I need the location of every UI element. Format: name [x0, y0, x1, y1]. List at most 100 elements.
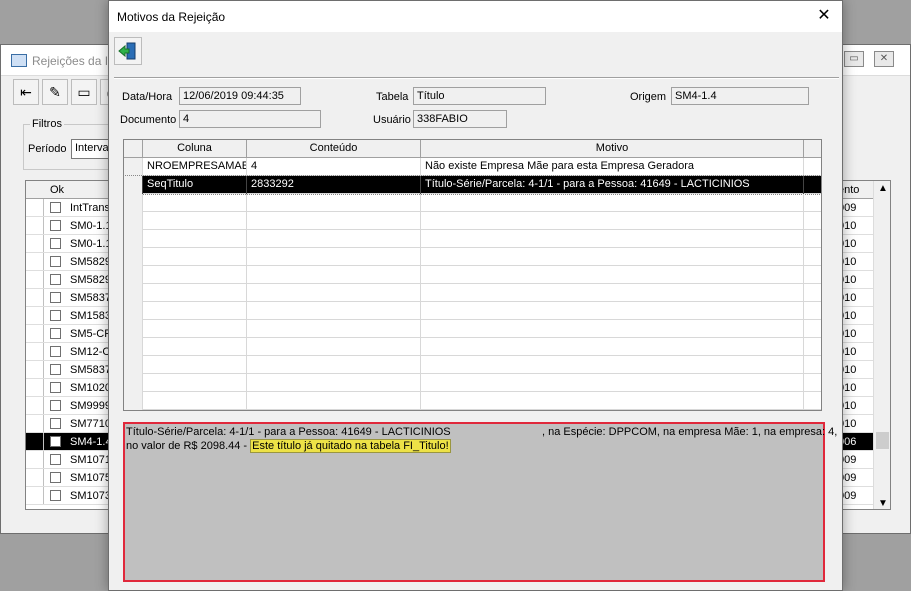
cell-motivo	[421, 212, 804, 230]
scrollbar-thumb[interactable]	[876, 432, 889, 449]
empty-row[interactable]	[124, 194, 821, 212]
cell-filler	[804, 338, 821, 356]
empty-row[interactable]	[124, 248, 821, 266]
cell-filler	[804, 374, 821, 392]
row-checkbox[interactable]	[50, 472, 61, 483]
row-checkbox[interactable]	[50, 346, 61, 357]
cell-conteudo	[247, 356, 421, 374]
datahora-field[interactable]: 12/06/2019 09:44:35	[179, 87, 301, 105]
empty-row[interactable]	[124, 302, 821, 320]
table-row[interactable]: SeqTitulo 2833292 Título-Série/Parcela: 4-…	[124, 175, 821, 195]
coluna-header[interactable]: Coluna	[143, 140, 247, 158]
empty-row[interactable]	[124, 320, 821, 338]
row-checkbox[interactable]	[50, 328, 61, 339]
reasons-grid-header: Coluna Conteúdo Motivo	[124, 140, 821, 158]
row-indicator-header	[124, 140, 143, 158]
row-indicator	[26, 469, 44, 486]
cell-filler	[804, 212, 821, 230]
table-row[interactable]: NROEMPRESAMAE 4 Não existe Empresa Mãe par…	[124, 158, 821, 176]
row-checkbox[interactable]	[50, 382, 61, 393]
cell-motivo	[421, 284, 804, 302]
empty-row[interactable]	[124, 212, 821, 230]
cell-conteudo	[247, 230, 421, 248]
motivo-header[interactable]: Motivo	[421, 140, 804, 158]
row-indicator	[124, 302, 143, 320]
cell-conteudo	[247, 338, 421, 356]
row-indicator	[124, 212, 143, 230]
row-checkbox[interactable]	[50, 310, 61, 321]
documento-field[interactable]: 4	[179, 110, 321, 128]
empty-row[interactable]	[124, 284, 821, 302]
usuario-label: Usuário	[373, 114, 411, 126]
cell-coluna	[143, 374, 247, 392]
row-checkbox[interactable]	[50, 418, 61, 429]
row-indicator	[124, 230, 143, 248]
row-indicator	[26, 379, 44, 396]
pencil-icon[interactable]: ✎	[42, 79, 68, 105]
row-checkbox[interactable]	[50, 454, 61, 465]
restore-icon[interactable]: ▭	[844, 51, 864, 67]
cell-motivo	[421, 194, 804, 212]
cell-filler	[804, 392, 821, 410]
window-icon	[11, 54, 27, 67]
cell-coluna: NROEMPRESAMAE	[143, 158, 247, 176]
dialog-close-button[interactable]: ✕	[814, 6, 834, 26]
ok-column-header[interactable]: Ok	[50, 184, 64, 196]
row-checkbox[interactable]	[50, 220, 61, 231]
empty-row[interactable]	[124, 230, 821, 248]
cell-motivo	[421, 356, 804, 374]
cell-conteudo	[247, 320, 421, 338]
row-name: SM4-1.4	[70, 436, 112, 448]
documento-label: Documento	[120, 114, 177, 126]
empty-row[interactable]	[124, 374, 821, 392]
cell-coluna	[143, 356, 247, 374]
cell-conteudo	[247, 266, 421, 284]
exit-icon	[118, 42, 136, 60]
rejections-grid-scrollbar[interactable]: ▲ ▼	[873, 181, 890, 509]
tabela-field[interactable]: Título	[413, 87, 546, 105]
exit-button[interactable]	[114, 37, 142, 65]
conteudo-header[interactable]: Conteúdo	[247, 140, 421, 158]
row-checkbox[interactable]	[50, 490, 61, 501]
row-indicator	[26, 253, 44, 270]
row-indicator	[124, 374, 143, 392]
row-name: SM5-CF	[70, 328, 111, 340]
cell-filler	[804, 176, 821, 194]
row-name: SM7710	[70, 418, 111, 430]
exit-icon[interactable]: ⇤	[13, 79, 39, 105]
empty-row[interactable]	[124, 356, 821, 374]
row-checkbox[interactable]	[50, 202, 61, 213]
empty-row[interactable]	[124, 338, 821, 356]
cell-conteudo	[247, 212, 421, 230]
empty-row[interactable]	[124, 266, 821, 284]
origem-label: Origem	[630, 91, 667, 103]
row-indicator	[124, 266, 143, 284]
detail-value-text: no valor de R$ 2098.44 -	[126, 440, 251, 452]
row-indicator	[26, 235, 44, 252]
reason-detail-panel[interactable]: Título-Série/Parcela: 4-1/1 - para a Pes…	[123, 422, 837, 582]
cell-coluna	[143, 338, 247, 356]
folder-open-icon[interactable]: ▭	[71, 79, 97, 105]
cell-conteudo	[247, 248, 421, 266]
cell-coluna	[143, 302, 247, 320]
cell-coluna	[143, 284, 247, 302]
row-indicator	[26, 217, 44, 234]
row-name: SM12-C	[70, 346, 111, 358]
row-checkbox[interactable]	[50, 400, 61, 411]
cell-filler	[804, 266, 821, 284]
row-name: SM1073	[70, 490, 111, 502]
row-checkbox[interactable]	[50, 436, 61, 447]
cell-filler	[804, 194, 821, 212]
empty-row[interactable]	[124, 392, 821, 410]
close-icon[interactable]: ✕	[874, 51, 894, 67]
row-checkbox[interactable]	[50, 274, 61, 285]
row-checkbox[interactable]	[50, 256, 61, 267]
chevron-down-icon[interactable]: ▼	[878, 498, 888, 509]
row-checkbox[interactable]	[50, 238, 61, 249]
chevron-up-icon[interactable]: ▲	[878, 183, 888, 194]
cell-motivo	[421, 320, 804, 338]
usuario-field[interactable]: 338FABIO	[413, 110, 507, 128]
origem-field[interactable]: SM4-1.4	[671, 87, 809, 105]
row-checkbox[interactable]	[50, 364, 61, 375]
row-checkbox[interactable]	[50, 292, 61, 303]
